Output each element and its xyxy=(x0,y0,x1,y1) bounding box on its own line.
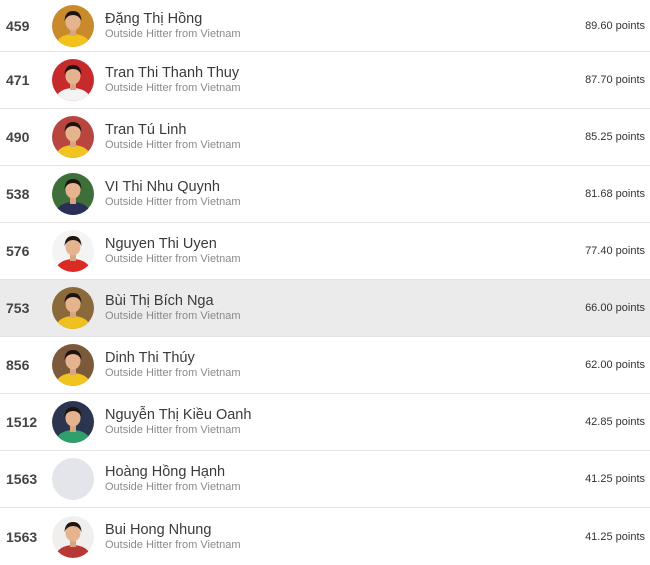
player-position-country: Outside Hitter from Vietnam xyxy=(105,310,241,322)
player-name[interactable]: Đặng Thị Hồng xyxy=(105,11,241,28)
player-name[interactable]: Dinh Thi Thúy xyxy=(105,350,241,367)
rank-number: 753 xyxy=(6,300,30,316)
player-points: 85.25 points xyxy=(585,131,645,143)
player-row[interactable]: 576 Nguyen Thi Uyen Outside Hitter from … xyxy=(0,223,650,280)
player-info: Dinh Thi Thúy Outside Hitter from Vietna… xyxy=(105,350,241,380)
player-row[interactable]: 856 Dinh Thi Thúy Outside Hitter from Vi… xyxy=(0,337,650,394)
player-name[interactable]: VI Thi Nhu Quynh xyxy=(105,179,241,196)
player-avatar xyxy=(52,4,94,47)
player-row[interactable]: 459 Đặng Thị Hồng Outside Hitter from Vi… xyxy=(0,0,650,52)
player-name[interactable]: Hoàng Hồng Hạnh xyxy=(105,464,241,481)
player-avatar xyxy=(52,287,94,329)
player-info: Tran Thi Thanh Thuy Outside Hitter from … xyxy=(105,65,241,95)
player-position-country: Outside Hitter from Vietnam xyxy=(105,253,241,265)
player-position-country: Outside Hitter from Vietnam xyxy=(105,196,241,208)
player-position-country: Outside Hitter from Vietnam xyxy=(105,367,241,379)
player-points: 41.25 points xyxy=(585,530,645,543)
player-info: Tran Tú Linh Outside Hitter from Vietnam xyxy=(105,122,241,152)
player-info: Hoàng Hồng Hạnh Outside Hitter from Viet… xyxy=(105,464,241,494)
player-position-country: Outside Hitter from Vietnam xyxy=(105,27,241,40)
player-position-country: Outside Hitter from Vietnam xyxy=(105,82,241,94)
player-avatar-placeholder xyxy=(52,458,94,500)
player-points: 89.60 points xyxy=(585,19,645,32)
player-avatar xyxy=(52,173,94,215)
player-info: VI Thi Nhu Quynh Outside Hitter from Vie… xyxy=(105,179,241,209)
player-row[interactable]: 490 Tran Tú Linh Outside Hitter from Vie… xyxy=(0,109,650,166)
rank-number: 538 xyxy=(6,186,30,202)
rank-number: 576 xyxy=(6,243,30,259)
player-points: 81.68 points xyxy=(585,188,645,200)
player-info: Nguyen Thi Uyen Outside Hitter from Viet… xyxy=(105,236,241,266)
player-position-country: Outside Hitter from Vietnam xyxy=(105,538,241,551)
rank-number: 856 xyxy=(6,357,30,373)
player-info: Nguyễn Thị Kiều Oanh Outside Hitter from… xyxy=(105,407,251,437)
player-ranking-list: 459 Đặng Thị Hồng Outside Hitter from Vi… xyxy=(0,0,650,565)
rank-number: 490 xyxy=(6,129,30,145)
player-info: Đặng Thị Hồng Outside Hitter from Vietna… xyxy=(105,11,241,41)
player-row[interactable]: 1563 Hoàng Hồng Hạnh Outside Hitter from… xyxy=(0,451,650,508)
player-avatar xyxy=(52,515,94,558)
player-avatar xyxy=(52,401,94,443)
player-position-country: Outside Hitter from Vietnam xyxy=(105,424,241,436)
player-points: 62.00 points xyxy=(585,359,645,371)
player-name[interactable]: Bui Hong Nhung xyxy=(105,522,241,539)
player-avatar xyxy=(52,230,94,272)
player-name[interactable]: Nguyen Thi Uyen xyxy=(105,236,241,253)
player-points: 77.40 points xyxy=(585,245,645,257)
player-position-country: Outside Hitter from Vietnam xyxy=(105,139,241,151)
player-name[interactable]: Tran Thi Thanh Thuy xyxy=(105,65,241,82)
player-row[interactable]: 1563 Bui Hong Nhung Outside Hitter from … xyxy=(0,508,650,565)
player-points: 42.85 points xyxy=(585,416,645,428)
rank-number: 1563 xyxy=(6,471,38,487)
player-row[interactable]: 471 Tran Thi Thanh Thuy Outside Hitter f… xyxy=(0,52,650,109)
player-avatar xyxy=(52,59,94,101)
player-name[interactable]: Nguyễn Thị Kiều Oanh xyxy=(105,407,251,424)
player-points: 41.25 points xyxy=(585,473,645,485)
rank-number: 1512 xyxy=(6,414,38,430)
rank-number: 1563 xyxy=(6,528,38,545)
player-avatar xyxy=(52,116,94,158)
player-row[interactable]: 753 Bùi Thị Bích Nga Outside Hitter from… xyxy=(0,280,650,337)
player-row[interactable]: 538 VI Thi Nhu Quynh Outside Hitter from… xyxy=(0,166,650,223)
player-points: 87.70 points xyxy=(585,74,645,86)
player-name[interactable]: Tran Tú Linh xyxy=(105,122,241,139)
player-position-country: Outside Hitter from Vietnam xyxy=(105,481,241,493)
player-info: Bui Hong Nhung Outside Hitter from Vietn… xyxy=(105,522,241,552)
rank-number: 459 xyxy=(6,17,30,34)
player-points: 66.00 points xyxy=(585,302,645,314)
player-info: Bùi Thị Bích Nga Outside Hitter from Vie… xyxy=(105,293,241,323)
player-row[interactable]: 1512 Nguyễn Thị Kiều Oanh Outside Hitter… xyxy=(0,394,650,451)
player-name[interactable]: Bùi Thị Bích Nga xyxy=(105,293,241,310)
player-avatar xyxy=(52,344,94,386)
rank-number: 471 xyxy=(6,72,30,88)
